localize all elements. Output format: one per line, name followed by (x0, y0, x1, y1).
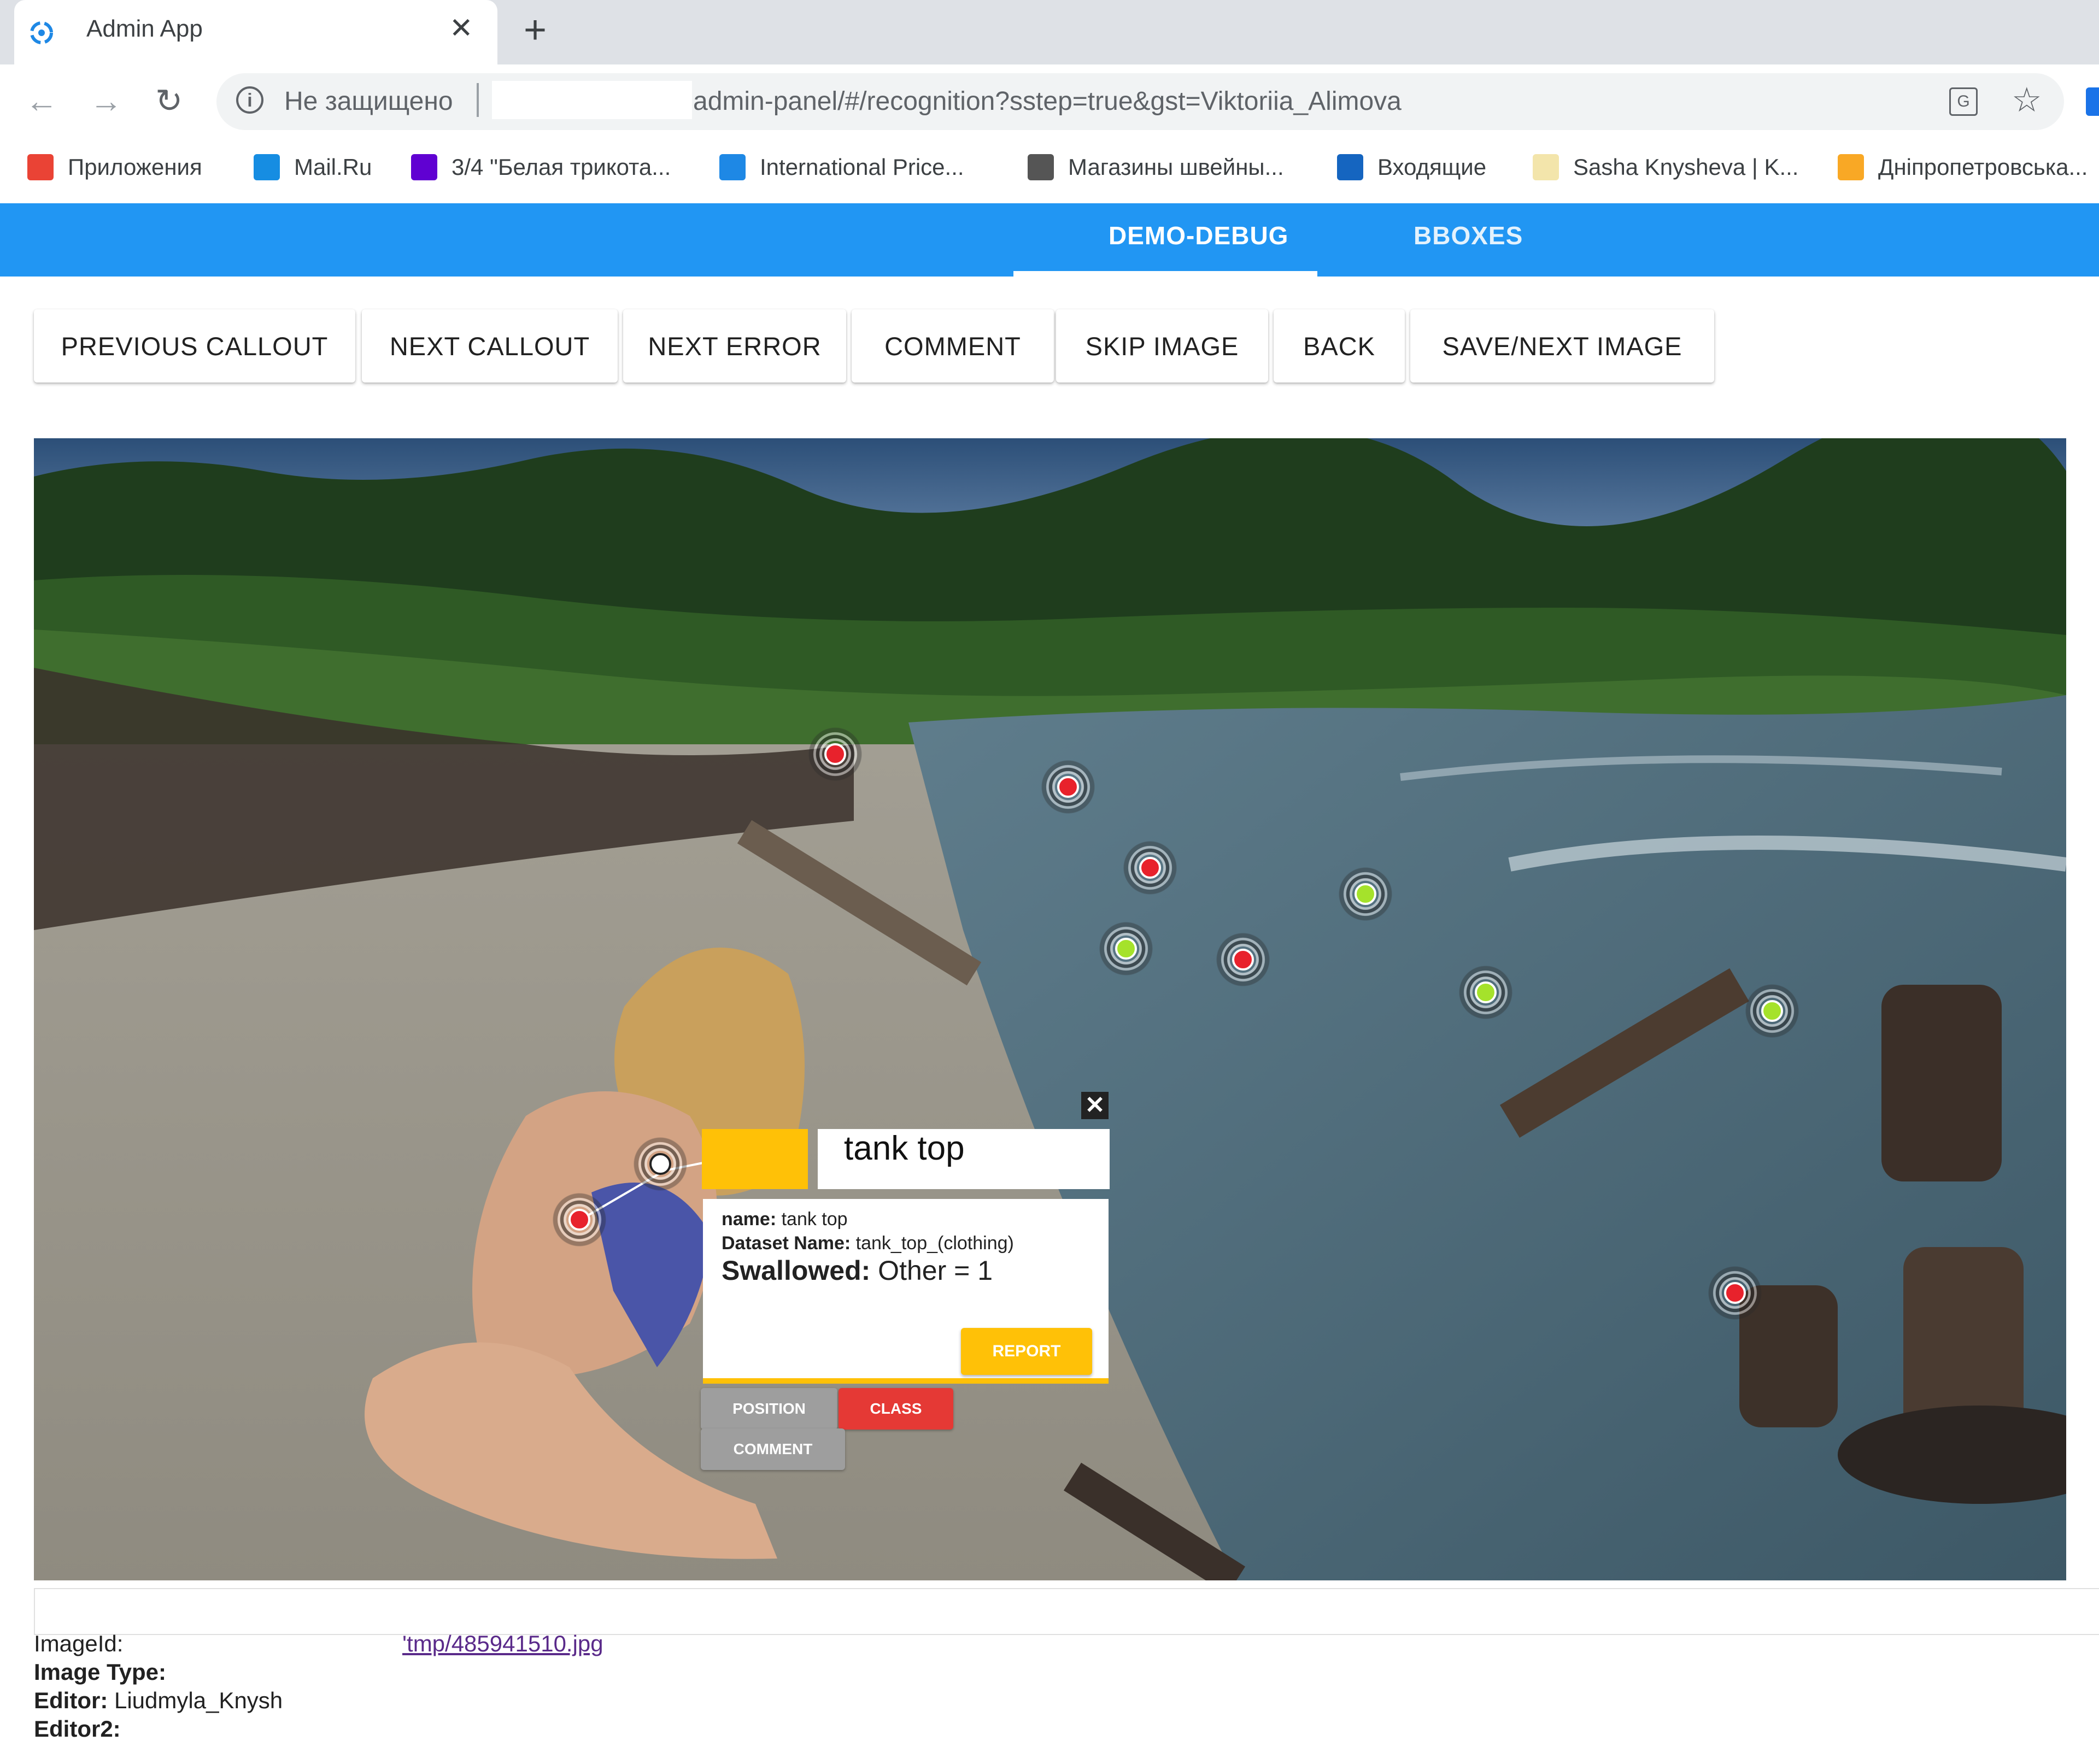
translate-icon[interactable]: G (1949, 87, 1978, 116)
callout-marker[interactable] (1742, 980, 1803, 1042)
not-secure-label: Не защищено (284, 87, 453, 116)
active-tab-indicator (1013, 271, 1317, 277)
comment-button[interactable]: COMMENT (852, 309, 1054, 383)
swallowed-value: Other = 1 (878, 1255, 993, 1286)
bookmark-label: Приложения (68, 154, 202, 180)
image-type-label: Image Type: (34, 1659, 166, 1685)
yahoo-icon (411, 154, 437, 180)
popup-close-icon[interactable]: ✕ (1081, 1092, 1109, 1119)
tab-close-icon[interactable]: ✕ (449, 12, 473, 45)
sun-icon (1533, 154, 1559, 180)
editor-line: Editor: Liudmyla_Knysh (34, 1687, 283, 1714)
report-button[interactable]: REPORT (961, 1328, 1092, 1375)
bookmark-item[interactable]: International Price... (719, 151, 964, 184)
image-id-label: ImageId: (34, 1631, 124, 1656)
name-value: tank top (781, 1209, 848, 1230)
counter-icon (1838, 154, 1864, 180)
bookmark-item[interactable]: Дніпропетровська... (1838, 151, 2088, 184)
editor-label: Editor: (34, 1687, 108, 1713)
back-button[interactable]: BACK (1274, 309, 1405, 383)
callout-swallowed-line: Swallowed: Other = 1 (722, 1255, 993, 1286)
marker-dot-green (1355, 883, 1376, 905)
tab-demo-debug[interactable]: DEMO-DEBUG (1109, 221, 1288, 250)
marker-dot-green (1761, 1000, 1783, 1022)
url-redacted-host (492, 81, 692, 119)
marker-dot-red (568, 1209, 590, 1231)
marker-dot-red (824, 743, 846, 765)
save-next-image-button[interactable]: SAVE/NEXT IMAGE (1410, 309, 1714, 383)
marker-dot-green (1475, 981, 1497, 1003)
marker-dot-red (1724, 1282, 1746, 1304)
apps-grid-icon (27, 154, 54, 180)
bookmark-item[interactable]: Приложения (27, 151, 202, 184)
url-text[interactable]: admin-panel/#/recognition?sstep=true&gst… (693, 86, 1402, 116)
callout-marker[interactable] (1037, 756, 1099, 818)
next-callout-button[interactable]: NEXT CALLOUT (362, 309, 618, 383)
class-color-swatch (702, 1129, 808, 1189)
reload-icon[interactable]: ↻ (155, 82, 183, 120)
image-id-link[interactable]: 'tmp/485941510.jpg (402, 1631, 603, 1657)
class-button[interactable]: CLASS (839, 1388, 953, 1430)
position-button[interactable]: POSITION (701, 1388, 837, 1430)
bookmark-label: Sasha Knysheva | K... (1573, 154, 1799, 180)
editor2-label: Editor2: (34, 1716, 121, 1742)
previous-callout-button[interactable]: PREVIOUS CALLOUT (34, 309, 355, 383)
callout-name-line: name: tank top (722, 1209, 848, 1230)
bookmark-item[interactable]: 3/4 "Белая трикота... (411, 151, 671, 184)
forward-arrow-icon[interactable]: → (90, 82, 122, 120)
callout-marker[interactable] (1455, 962, 1516, 1023)
annotation-image[interactable] (34, 438, 2066, 1580)
callout-marker[interactable] (1095, 918, 1157, 979)
callout-dataset-line: Dataset Name: tank_top_(clothing) (722, 1233, 1014, 1254)
bookmark-star-icon[interactable]: ☆ (2012, 80, 2042, 120)
bookmark-item[interactable]: Mail.Ru (254, 151, 372, 184)
tab-bboxes[interactable]: BBOXES (1414, 221, 1523, 250)
bookmark-label: International Price... (760, 154, 964, 180)
address-separator (477, 83, 479, 117)
callout-marker[interactable] (1212, 929, 1274, 990)
editor-value: Liudmyla_Knysh (114, 1687, 283, 1713)
swallowed-label: Swallowed: (722, 1255, 871, 1286)
tab-title: Admin App (86, 15, 203, 42)
callout-details-bar (703, 1378, 1109, 1384)
bookmark-item[interactable]: Sasha Knysheva | K... (1533, 151, 1798, 184)
bookmark-label: Магазины швейны... (1068, 154, 1284, 180)
bookmark-label: 3/4 "Белая трикота... (452, 154, 671, 180)
marker-dot-red (1139, 857, 1161, 879)
selected-callout-marker[interactable] (630, 1133, 691, 1195)
callout-title: tank top (844, 1130, 965, 1167)
bookmark-label: Дніпропетровська... (1878, 154, 2088, 180)
bookmark-item[interactable]: Магазины швейны... (1028, 151, 1284, 184)
skip-image-button[interactable]: SKIP IMAGE (1056, 309, 1268, 383)
callout-marker[interactable] (805, 724, 866, 785)
marker-dot-red (1057, 776, 1079, 798)
name-label: name: (722, 1209, 777, 1230)
callout-comment-button[interactable]: COMMENT (701, 1428, 845, 1470)
bookmark-label: Mail.Ru (294, 154, 372, 180)
callout-marker[interactable] (1704, 1262, 1766, 1324)
callout-marker[interactable] (1119, 837, 1181, 898)
image-caption-box (34, 1588, 2099, 1635)
callout-marker[interactable] (1335, 863, 1396, 925)
back-arrow-icon[interactable]: ← (25, 82, 58, 120)
dataset-value: tank_top_(clothing) (855, 1233, 1014, 1254)
mailru-icon (254, 154, 280, 180)
app-favicon-icon (30, 21, 53, 44)
sewing-icon (1028, 154, 1054, 180)
document-icon (719, 154, 746, 180)
marker-dot-selected (649, 1153, 671, 1175)
marker-dot-green (1115, 938, 1137, 960)
bookmark-label: Входящие (1377, 154, 1487, 180)
next-error-button[interactable]: NEXT ERROR (623, 309, 846, 383)
extension-icon[interactable] (2086, 87, 2099, 116)
pen-icon (1337, 154, 1363, 180)
app-header (0, 203, 2099, 277)
bookmark-item[interactable]: Входящие (1337, 151, 1486, 184)
new-tab-icon[interactable]: + (524, 8, 547, 52)
callout-marker[interactable] (549, 1189, 610, 1250)
info-icon[interactable]: i (236, 86, 263, 114)
dataset-label: Dataset Name: (722, 1233, 851, 1254)
marker-dot-red (1232, 949, 1254, 971)
